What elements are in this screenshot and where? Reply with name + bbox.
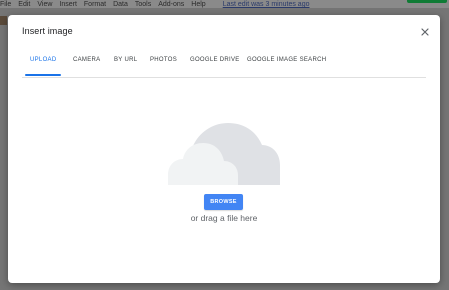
tab-by-url-label: BY URL bbox=[114, 57, 138, 63]
drag-hint: or drag a file here bbox=[190, 213, 258, 223]
menu-file: File bbox=[0, 1, 12, 8]
menu-data: Data bbox=[113, 1, 128, 8]
share-button bbox=[407, 0, 447, 3]
tab-camera[interactable]: CAMERA bbox=[73, 53, 100, 76]
app-menu: File Edit View Insert Format Data Tools … bbox=[0, 0, 309, 8]
menu-edit: Edit bbox=[18, 1, 31, 8]
background-thumbnail bbox=[0, 16, 7, 25]
menu-help: Help bbox=[191, 1, 206, 8]
last-edit-link: Last edit was 3 minutes ago bbox=[222, 1, 310, 8]
close-button[interactable] bbox=[419, 25, 431, 37]
tab-google-drive[interactable]: GOOGLE DRIVE bbox=[190, 53, 240, 76]
menu-view: View bbox=[37, 1, 53, 8]
tab-google-image-search[interactable]: GOOGLE IMAGE SEARCH bbox=[247, 53, 326, 76]
tab-upload-label: UPLOAD bbox=[30, 57, 57, 63]
browse-button[interactable]: BROWSE bbox=[204, 194, 243, 210]
menu-tools: Tools bbox=[134, 1, 152, 8]
tab-bar: UPLOAD CAMERA BY URL PHOTOS GOOGLE DRIVE… bbox=[22, 53, 426, 78]
menu-format: Format bbox=[83, 1, 107, 8]
upload-dropzone[interactable]: BROWSE or drag a file here bbox=[8, 78, 440, 283]
tab-camera-label: CAMERA bbox=[73, 57, 101, 63]
app-menubar: File Edit View Insert Format Data Tools … bbox=[0, 0, 449, 8]
tab-photos[interactable]: PHOTOS bbox=[150, 53, 177, 76]
active-tab-indicator bbox=[25, 74, 62, 76]
tab-upload[interactable]: UPLOAD bbox=[25, 53, 62, 76]
insert-image-dialog: Insert image UPLOAD CAMERA BY URL PHOTOS… bbox=[8, 15, 440, 283]
dialog-title: Insert image bbox=[22, 26, 73, 36]
tab-photos-label: PHOTOS bbox=[150, 57, 178, 63]
menu-addons: Add-ons bbox=[158, 1, 185, 8]
tab-by-url[interactable]: BY URL bbox=[114, 53, 137, 76]
tab-google-image-search-label: GOOGLE IMAGE SEARCH bbox=[247, 57, 327, 63]
tab-google-drive-label: GOOGLE DRIVE bbox=[190, 57, 240, 63]
cloud-icon bbox=[168, 123, 280, 185]
close-icon bbox=[421, 28, 429, 36]
menu-insert: Insert bbox=[59, 1, 77, 8]
